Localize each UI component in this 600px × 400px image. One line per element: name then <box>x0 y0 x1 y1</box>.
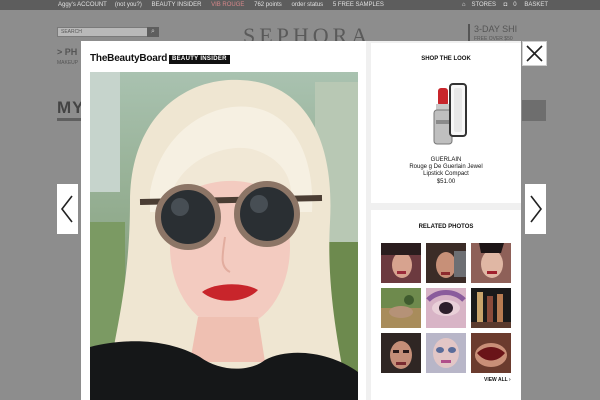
account-links: Aggy's ACCOUNT (not you?) BEAUTY INSIDER … <box>58 0 392 10</box>
stores-link[interactable]: STORES <box>471 2 496 8</box>
breadcrumb-sub: MAKEUP <box>57 60 79 66</box>
breadcrumb: > PH <box>57 47 78 57</box>
close-button[interactable] <box>522 41 547 66</box>
related-photo-thumb[interactable] <box>471 288 511 328</box>
search-input[interactable]: SEARCH ⌕ <box>57 27 159 37</box>
basket-icon: ◘ <box>503 2 508 8</box>
related-photo-thumb[interactable] <box>426 243 466 283</box>
related-photo-thumb[interactable] <box>426 333 466 373</box>
chevron-right-icon <box>530 195 543 223</box>
basket-count: 0 <box>513 2 517 8</box>
close-icon <box>526 45 543 62</box>
not-you-link[interactable]: (not you?) <box>115 2 142 8</box>
title-underline <box>57 118 81 121</box>
related-photos-heading: RELATED PHOTOS <box>418 224 474 230</box>
beauty-insider-badge: BEAUTY INSIDER <box>169 55 230 64</box>
search-icon[interactable]: ⌕ <box>147 27 159 37</box>
top-account-bar: Aggy's ACCOUNT (not you?) BEAUTY INSIDER … <box>0 0 600 10</box>
vib-rouge-link[interactable]: VIB ROUGE <box>211 2 244 8</box>
basket-link[interactable]: BASKET <box>524 2 548 8</box>
main-photo <box>90 72 358 400</box>
chevron-left-icon <box>60 195 73 223</box>
account-link[interactable]: Aggy's ACCOUNT <box>58 2 107 8</box>
points-link[interactable]: 762 points <box>254 2 282 8</box>
next-photo-button[interactable] <box>525 184 546 234</box>
store-basket-links: ⌂ STORES ◘ 0 BASKET <box>456 0 548 10</box>
product-brand[interactable]: GUERLAIN <box>371 157 521 163</box>
related-photo-thumb[interactable] <box>381 288 421 328</box>
background-button <box>522 100 546 121</box>
view-all-link[interactable]: VIEW ALL › <box>484 377 511 383</box>
shop-the-look-heading: SHOP THE LOOK <box>421 56 471 62</box>
portrait-image <box>90 72 358 400</box>
related-photo-thumb[interactable] <box>381 243 421 283</box>
free-samples-link[interactable]: 5 FREE SAMPLES <box>333 2 384 8</box>
product-price: $51.00 <box>436 179 456 185</box>
related-photo-thumb[interactable] <box>471 243 511 283</box>
store-icon: ⌂ <box>461 2 466 8</box>
product-name-line1: Rouge g De Guerlain Jewel <box>409 164 483 170</box>
beauty-insider-link[interactable]: BEAUTY INSIDER <box>152 2 202 8</box>
search-placeholder: SEARCH <box>61 29 82 35</box>
promo-title: 3-DAY SHI <box>474 24 518 34</box>
product-name-line2: Lipstick Compact <box>423 171 469 177</box>
related-photo-thumb[interactable] <box>426 288 466 328</box>
order-status-link[interactable]: order status <box>291 2 323 8</box>
product-name[interactable]: Rouge g De Guerlain Jewel Lipstick Compa… <box>371 164 521 178</box>
product-image[interactable] <box>420 82 470 150</box>
related-photo-thumb[interactable] <box>381 333 421 373</box>
related-photo-thumb[interactable] <box>471 333 511 373</box>
previous-photo-button[interactable] <box>57 184 78 234</box>
beauty-board-logo: TheBeautyBoard <box>90 53 168 64</box>
lipstick-compact-image <box>433 83 467 145</box>
